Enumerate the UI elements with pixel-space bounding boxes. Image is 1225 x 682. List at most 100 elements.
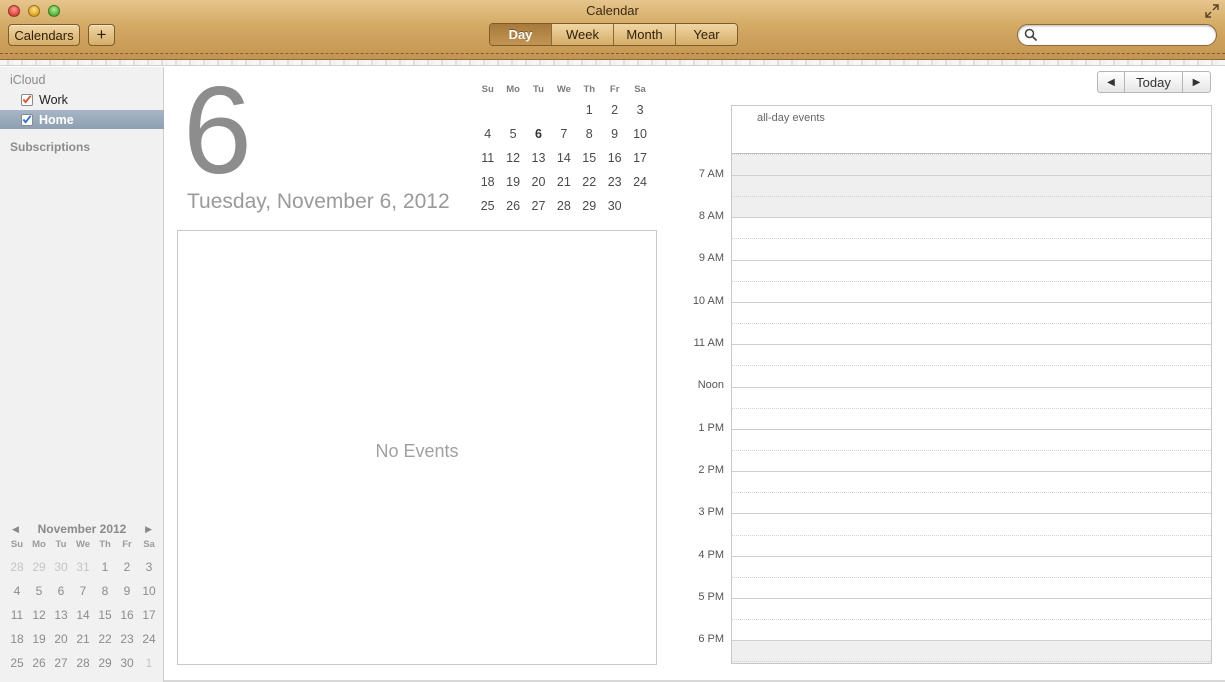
mini-day[interactable]: 28 [6, 555, 28, 579]
mini-day[interactable]: 31 [72, 555, 94, 579]
add-event-button[interactable]: + [88, 24, 115, 46]
mini-day[interactable]: 8 [94, 579, 116, 603]
month-day[interactable]: 23 [602, 170, 627, 194]
month-day[interactable]: 2 [602, 98, 627, 122]
month-day[interactable] [526, 98, 551, 122]
month-day[interactable]: 26 [500, 194, 525, 218]
mini-day[interactable]: 1 [94, 555, 116, 579]
mini-day[interactable]: 6 [50, 579, 72, 603]
month-day[interactable]: 19 [500, 170, 525, 194]
month-day[interactable] [500, 98, 525, 122]
month-day[interactable]: 25 [475, 194, 500, 218]
month-day[interactable]: 18 [475, 170, 500, 194]
month-day[interactable]: 3 [627, 98, 652, 122]
month-day[interactable]: 12 [500, 146, 525, 170]
month-day[interactable]: 5 [500, 122, 525, 146]
sidebar-item-home[interactable]: Home [0, 110, 164, 129]
calendars-button[interactable]: Calendars [8, 24, 80, 46]
month-day[interactable]: 16 [602, 146, 627, 170]
today-button[interactable]: Today [1125, 72, 1183, 92]
tab-week[interactable]: Week [552, 24, 614, 45]
mini-day[interactable]: 9 [116, 579, 138, 603]
month-day[interactable] [627, 194, 652, 218]
half-hour-line [732, 323, 1211, 325]
month-day[interactable]: 30 [602, 194, 627, 218]
sidebar-section-subscriptions[interactable]: Subscriptions [10, 140, 90, 154]
mini-day[interactable]: 30 [116, 651, 138, 675]
search-input[interactable] [1042, 27, 1210, 43]
mini-day[interactable]: 5 [28, 579, 50, 603]
mini-day[interactable]: 14 [72, 603, 94, 627]
hour-line [732, 428, 1211, 430]
month-day[interactable]: 15 [577, 146, 602, 170]
triangle-right-icon[interactable]: ▶ [1183, 72, 1210, 92]
mini-day[interactable]: 27 [50, 651, 72, 675]
mini-day[interactable]: 26 [28, 651, 50, 675]
half-hour-line [732, 280, 1211, 282]
mini-day[interactable]: 22 [94, 627, 116, 651]
hour-line [732, 301, 1211, 303]
mini-day[interactable]: 10 [138, 579, 160, 603]
month-day[interactable]: 20 [526, 170, 551, 194]
mini-day[interactable]: 2 [116, 555, 138, 579]
month-day[interactable]: 22 [577, 170, 602, 194]
month-day[interactable] [551, 98, 576, 122]
month-day[interactable]: 7 [551, 122, 576, 146]
mini-day[interactable]: 29 [94, 651, 116, 675]
month-day[interactable]: 13 [526, 146, 551, 170]
mini-day[interactable]: 30 [50, 555, 72, 579]
mini-day[interactable]: 28 [72, 651, 94, 675]
mini-day[interactable]: 19 [28, 627, 50, 651]
mini-day[interactable]: 15 [94, 603, 116, 627]
mini-day[interactable]: 18 [6, 627, 28, 651]
day-time-grid[interactable]: all-day events [731, 105, 1212, 664]
mini-day[interactable]: 4 [6, 579, 28, 603]
mini-day[interactable]: 17 [138, 603, 160, 627]
hour-line [732, 598, 1211, 599]
month-day[interactable]: 9 [602, 122, 627, 146]
triangle-right-icon[interactable]: ▶ [145, 524, 152, 535]
sidebar-item-work[interactable]: Work [0, 90, 164, 109]
home-checkbox[interactable] [21, 113, 33, 126]
events-list[interactable]: No Events [177, 230, 657, 665]
mini-day[interactable]: 29 [28, 555, 50, 579]
fullscreen-icon[interactable] [1205, 4, 1219, 18]
month-day[interactable]: 14 [551, 146, 576, 170]
mini-day[interactable]: 12 [28, 603, 50, 627]
month-day[interactable]: 27 [526, 194, 551, 218]
tab-year[interactable]: Year [676, 24, 737, 45]
sidebar-item-label: Work [39, 92, 68, 107]
mini-day[interactable]: 13 [50, 603, 72, 627]
triangle-left-icon[interactable]: ◀ [1098, 72, 1125, 92]
mini-day[interactable]: 24 [138, 627, 160, 651]
mini-day[interactable]: 7 [72, 579, 94, 603]
month-day[interactable] [475, 98, 500, 122]
mini-day[interactable]: 1 [138, 651, 160, 675]
month-day[interactable]: 17 [627, 146, 652, 170]
mini-day[interactable]: 16 [116, 603, 138, 627]
month-day[interactable]: 24 [627, 170, 652, 194]
all-day-events-area[interactable]: all-day events [732, 106, 1211, 154]
mini-day[interactable]: 3 [138, 555, 160, 579]
hour-slots[interactable] [732, 153, 1211, 663]
month-day[interactable]: 21 [551, 170, 576, 194]
month-day[interactable]: 4 [475, 122, 500, 146]
tab-day[interactable]: Day [490, 24, 552, 45]
month-day[interactable]: 1 [577, 98, 602, 122]
tab-month[interactable]: Month [614, 24, 676, 45]
mini-day[interactable]: 11 [6, 603, 28, 627]
month-day[interactable]: 11 [475, 146, 500, 170]
mini-day[interactable]: 25 [6, 651, 28, 675]
month-day-today[interactable]: 6 [526, 122, 551, 146]
month-day[interactable]: 10 [627, 122, 652, 146]
mini-day[interactable]: 20 [50, 627, 72, 651]
work-checkbox[interactable] [21, 93, 33, 106]
sidebar-section-icloud[interactable]: iCloud [10, 73, 45, 87]
search-field[interactable] [1017, 24, 1217, 46]
month-day[interactable]: 28 [551, 194, 576, 218]
mini-day[interactable]: 21 [72, 627, 94, 651]
month-dow: Th [583, 84, 596, 95]
month-day[interactable]: 8 [577, 122, 602, 146]
mini-day[interactable]: 23 [116, 627, 138, 651]
month-day[interactable]: 29 [577, 194, 602, 218]
